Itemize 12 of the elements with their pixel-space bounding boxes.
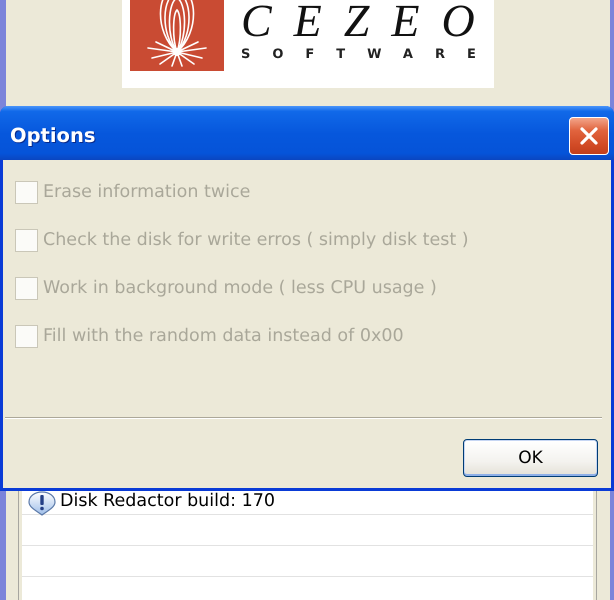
checkbox-label: Work in background mode ( less CPU usage ) (43, 278, 437, 298)
checkbox-label: Fill with the random data instead of 0x00 (43, 326, 404, 346)
dialog-title: Options (10, 124, 96, 146)
ok-button[interactable]: OK (463, 439, 598, 477)
checkbox-label: Check the disk for write erros ( simply disk test ) (43, 230, 469, 250)
logo-tagline: SOFTWARE (241, 47, 498, 63)
logo-wordmark: CEZEO (241, 0, 497, 42)
close-icon (578, 125, 600, 147)
checkbox-label: Erase information twice (43, 182, 250, 202)
close-button[interactable] (569, 117, 609, 155)
log-entry-text: Disk Redactor build: 170 (60, 490, 275, 510)
info-icon (28, 491, 56, 516)
